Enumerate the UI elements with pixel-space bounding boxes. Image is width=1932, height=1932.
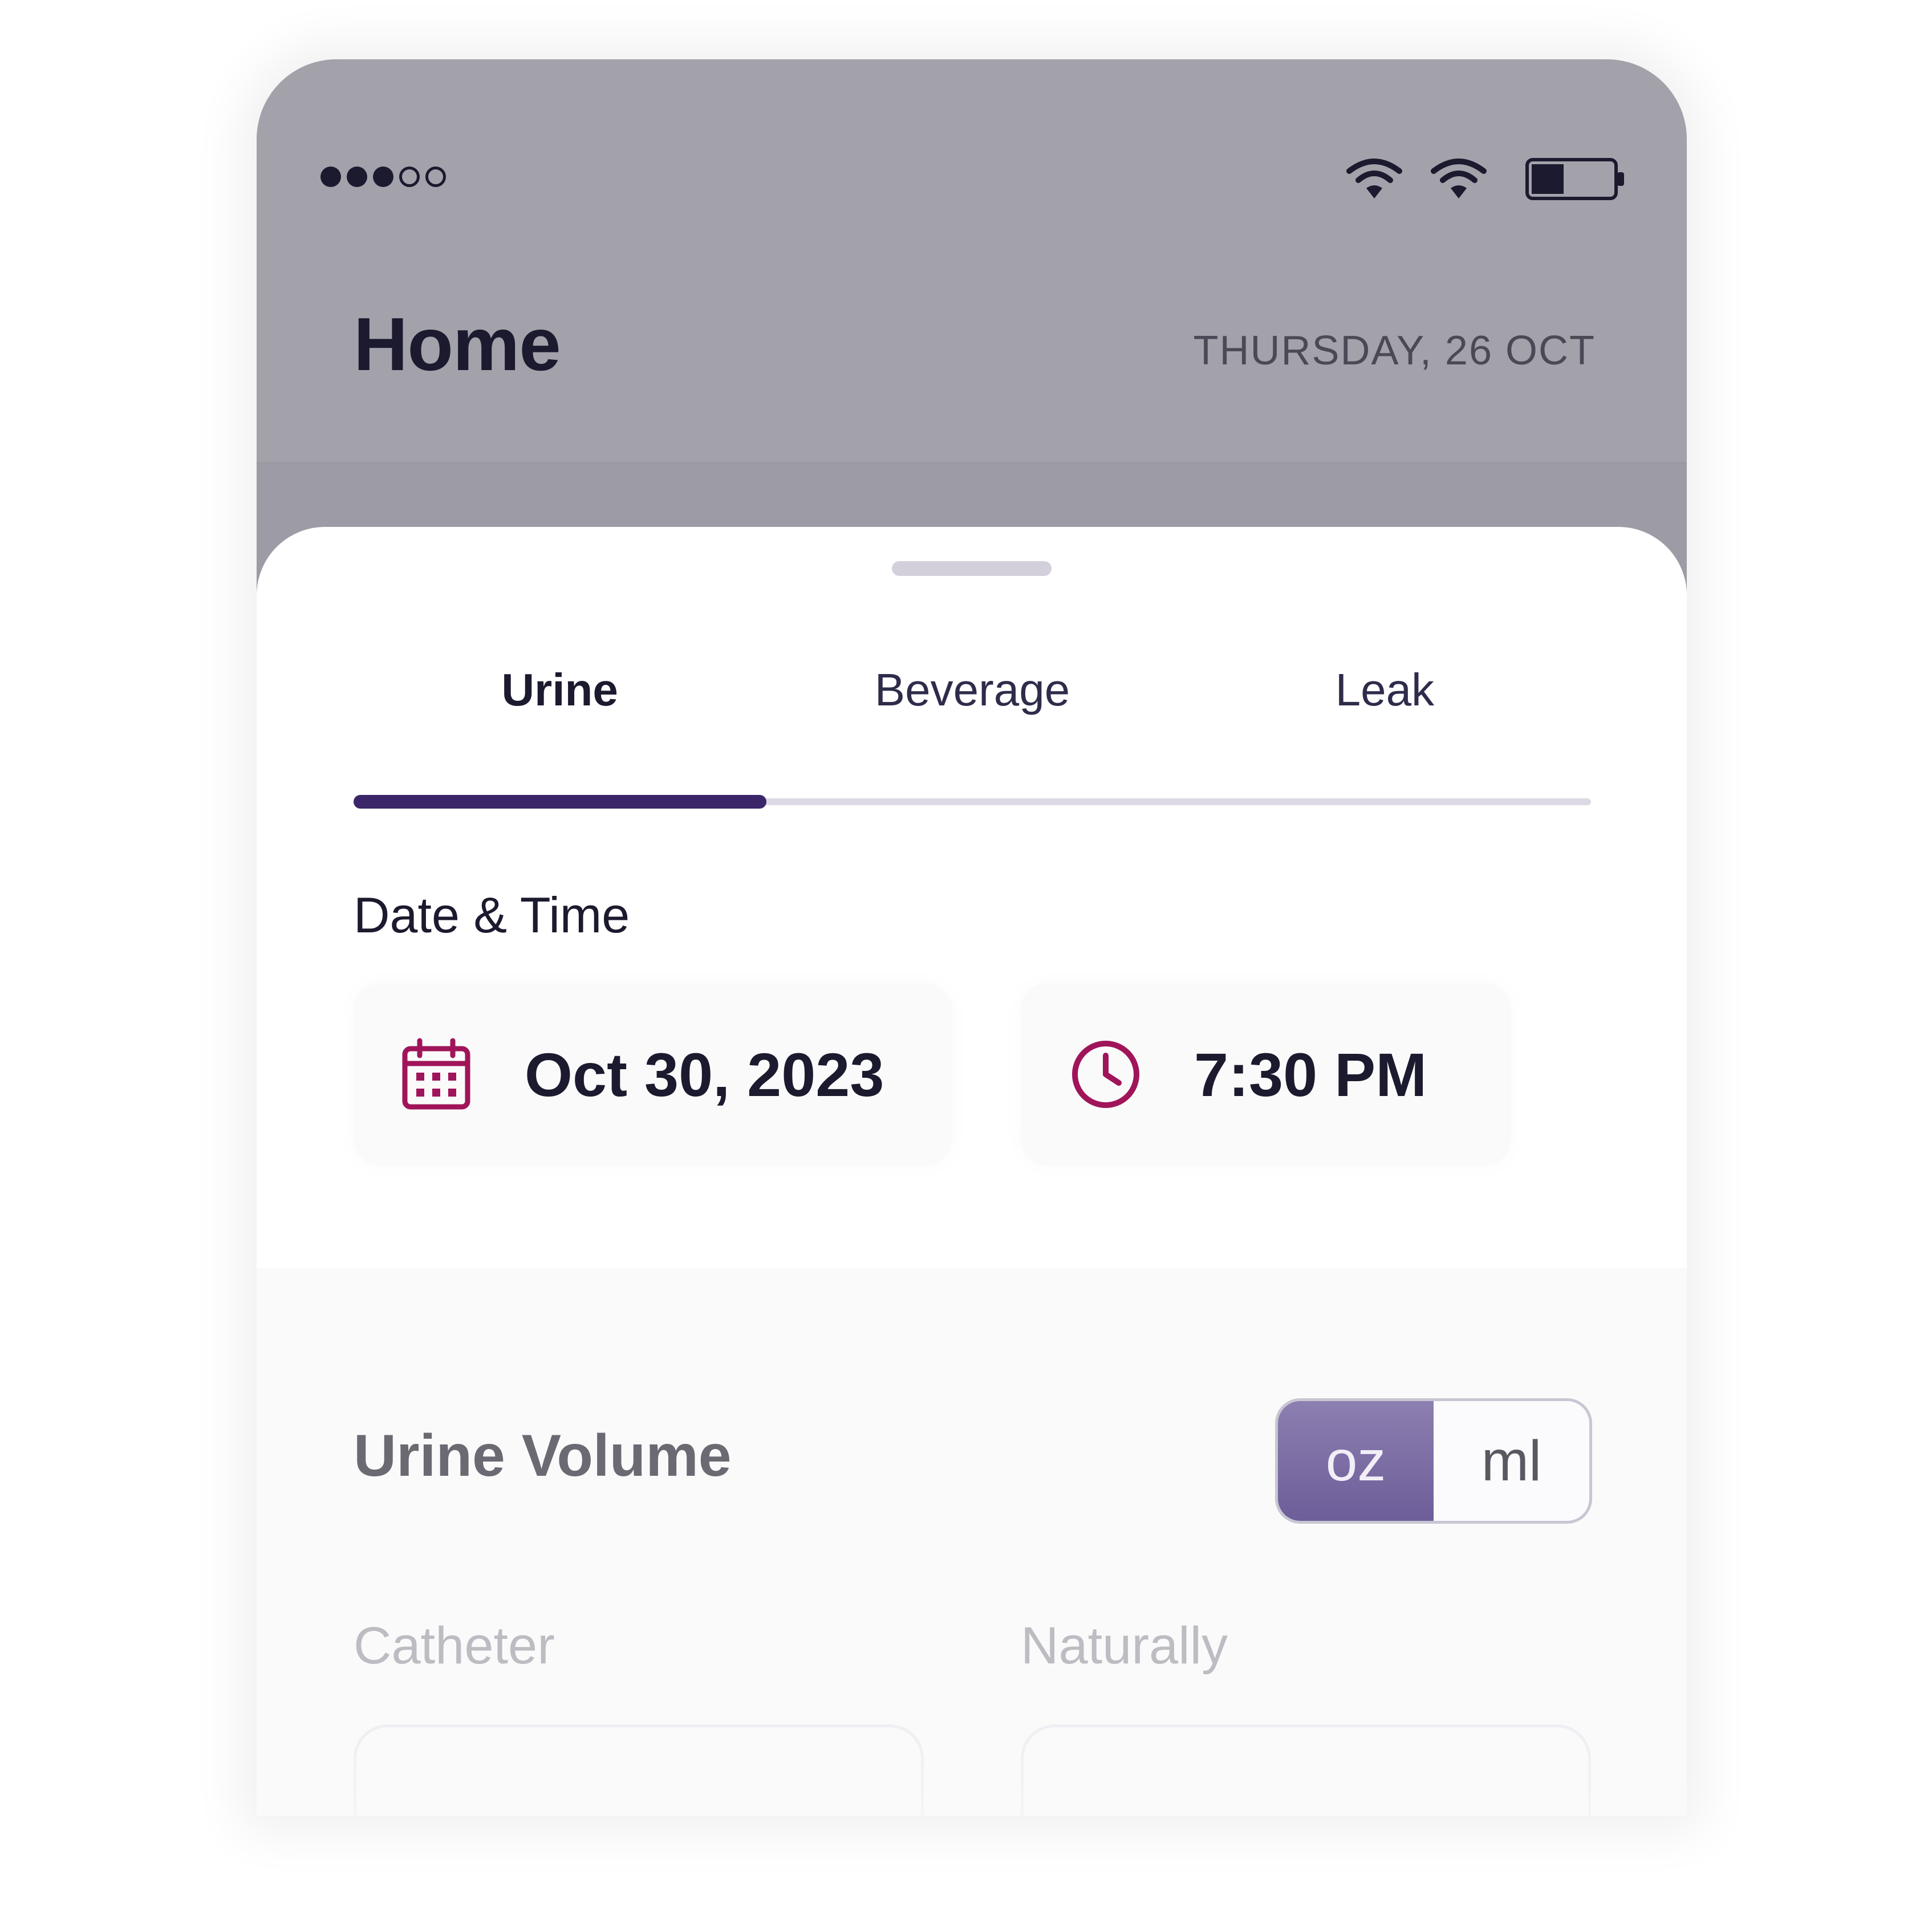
bottom-fade: [257, 1736, 1687, 1816]
phone-frame: Home THURSDAY, 26 OCT Urine Beverage Lea…: [257, 59, 1687, 1816]
tab-beverage[interactable]: Beverage: [766, 664, 1178, 732]
wifi-icon: [1431, 159, 1487, 198]
tab-leak[interactable]: Leak: [1179, 664, 1591, 732]
tab-urine[interactable]: Urine: [354, 664, 766, 732]
entry-sheet: Urine Beverage Leak Date & Time Oct 30, …: [257, 527, 1687, 1816]
date-picker[interactable]: Oct 30, 2023: [354, 983, 952, 1166]
sheet-drag-handle[interactable]: [892, 561, 1052, 576]
clock-icon: [1072, 1041, 1139, 1108]
screen: Home THURSDAY, 26 OCT Urine Beverage Lea…: [0, 0, 1932, 1932]
time-picker[interactable]: 7:30 PM: [1021, 983, 1511, 1166]
wifi-icon: [1346, 159, 1402, 198]
naturally-label: Naturally: [1021, 1617, 1228, 1675]
battery-icon: [1525, 158, 1624, 200]
date-value: Oct 30, 2023: [525, 1040, 884, 1109]
tab-active-indicator: [354, 795, 766, 809]
date-time-label: Date & Time: [354, 887, 630, 943]
unit-ml-button[interactable]: ml: [1434, 1401, 1589, 1521]
catheter-label: Catheter: [354, 1617, 555, 1675]
current-date: THURSDAY, 26 OCT: [1193, 328, 1596, 374]
calendar-icon: [402, 1038, 470, 1110]
status-bar: [257, 59, 1687, 200]
urine-volume-label: Urine Volume: [354, 1423, 732, 1489]
page-title: Home: [354, 302, 561, 386]
signal-strength-icon: [320, 167, 446, 187]
time-value: 7:30 PM: [1194, 1040, 1427, 1109]
urine-volume-section: Urine Volume oz ml Catheter Naturally: [257, 1268, 1687, 1816]
unit-oz-button[interactable]: oz: [1278, 1401, 1434, 1521]
unit-toggle: oz ml: [1275, 1398, 1592, 1524]
entry-type-tabs: Urine Beverage Leak: [354, 664, 1591, 732]
